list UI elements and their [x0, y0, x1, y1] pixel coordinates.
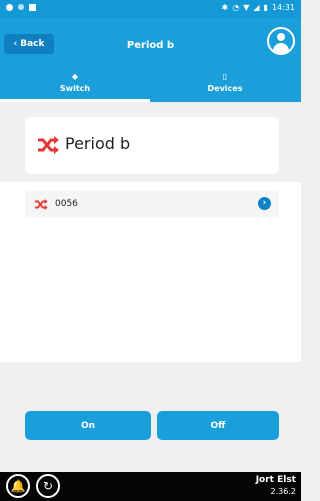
chevron-right-icon[interactable]: › [258, 197, 271, 210]
back-button[interactable]: ‹ Back [4, 34, 54, 54]
off-button[interactable]: Off [157, 411, 279, 440]
chevron-left-icon: ‹ [13, 39, 18, 49]
nav-bar: ‹ Back Period b [0, 18, 301, 64]
wifi-icon: ▼ [243, 3, 250, 12]
tab-switch-label: Switch [59, 84, 91, 93]
app-version: 2.36.2 [270, 487, 296, 496]
device-list: 0056 › [0, 182, 301, 362]
sync-icon: ◔ [232, 3, 240, 12]
bluetooth-icon: ✱ [221, 3, 229, 12]
tab-devices-label: Devices [207, 84, 243, 93]
period-header-card: Period b [25, 117, 279, 174]
refresh-icon[interactable]: ↻ [36, 474, 60, 498]
notification-icon [18, 4, 24, 10]
bell-icon[interactable]: 🔔 [6, 474, 30, 498]
notification-icon [6, 4, 13, 11]
on-button[interactable]: On [25, 411, 151, 440]
tab-devices[interactable]: ▯ Devices [150, 64, 300, 102]
signal-icon: ◢ [253, 3, 260, 12]
battery-icon: ▮ [263, 3, 268, 12]
status-time: 14:31 [271, 3, 295, 12]
bottom-bar: 🔔 ↻ Jort Elst 2.36.2 [0, 472, 301, 501]
user-icon [277, 33, 285, 41]
switch-icon: ◆ [71, 72, 79, 81]
status-bar: ✱ ◔ ▼ ◢ ▮ 14:31 [0, 0, 301, 18]
list-item[interactable]: 0056 › [25, 191, 279, 217]
tab-switch[interactable]: ◆ Switch [0, 64, 150, 102]
avatar[interactable] [267, 27, 295, 55]
period-title: Period b [65, 134, 131, 153]
list-item-name: 0056 [55, 199, 78, 209]
tab-bar: ◆ Switch ▯ Devices [0, 64, 301, 102]
back-label: Back [20, 39, 45, 49]
shuffle-icon [34, 199, 48, 210]
page-title: Period b [126, 40, 175, 51]
image-icon [29, 4, 36, 11]
devices-icon: ▯ [222, 72, 228, 81]
user-name: Jort Elst [255, 475, 296, 485]
shuffle-icon [38, 136, 59, 154]
